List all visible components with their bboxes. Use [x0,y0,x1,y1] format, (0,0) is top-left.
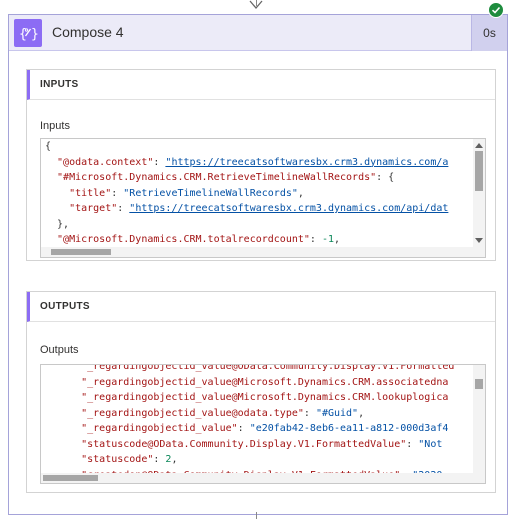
inputs-code-token: -1 [321,234,334,245]
outputs-code-line: "_regardingobjectid_value@OData.Communit… [41,364,473,375]
outputs-code-token: , [358,407,365,419]
flow-connector-bottom [256,512,257,519]
inputs-code-line: "target": "https://treecatsoftwaresbx.cr… [41,201,473,217]
duration-text: 0s [483,26,496,40]
inputs-header[interactable]: INPUTS [27,70,495,100]
inputs-code: { "@odata.context": "https://treecatsoft… [41,139,473,247]
inputs-code-line: "title": "RetrieveTimelineWallRecords", [41,186,473,202]
inputs-code-token: : [111,187,124,199]
inputs-section: INPUTS Inputs { "@odata.context": "https… [26,69,496,261]
outputs-code: "_regardingobjectid_value@OData.Communit… [41,364,473,473]
inputs-code-token: { [45,141,52,152]
inputs-code-line: "@Microsoft.Dynamics.CRM.totalrecordcoun… [41,232,473,247]
outputs-code-token: "_regardingobjectid_value@OData.Communit… [45,364,455,372]
svg-text:}: } [31,27,38,42]
inputs-code-token: : { [376,172,395,183]
outputs-code-token: : [237,423,250,434]
outputs-code-line: "_regardingobjectid_value": "e20fab42-8e… [41,421,473,437]
success-check-icon [488,2,504,18]
outputs-code-line: "_regardingobjectid_value@Microsoft.Dyna… [41,375,473,391]
outputs-code-box[interactable]: "_regardingobjectid_value@OData.Communit… [40,364,486,484]
inputs-code-token: "RetrieveTimelineWallRecords" [123,187,298,199]
inputs-label: Inputs [40,120,70,132]
outputs-horizontal-scrollbar[interactable] [41,473,485,483]
outputs-code-token: "statuscode@OData.Community.Display.V1.F… [45,438,407,450]
inputs-code-token: : [309,234,322,245]
outputs-code-line: "statuscode": 2, [41,452,473,468]
compose-action-card: { } Compose 4 0s INPUTS Inputs { "@odata… [8,14,508,515]
inputs-code-token: "@odata.context" [45,156,154,168]
outputs-code-token: : [153,454,166,465]
inputs-code-line: }, [41,217,473,233]
compose-icon: { } [14,19,42,47]
outputs-code-line: "_regardingobjectid_value@odata.type": "… [41,406,473,422]
inputs-code-token: "https://treecatsoftwaresbx.crm3.dynamic… [129,203,449,214]
scroll-down-icon[interactable] [475,238,483,244]
outputs-code-token: "_regardingobjectid_value@Microsoft.Dyna… [45,392,449,403]
inputs-code-token: "https://treecatsoftwaresbx.crm3.dynamic… [165,156,449,168]
inputs-horizontal-scrollbar[interactable] [41,247,485,257]
inputs-code-token: "title" [45,187,112,199]
outputs-code-token: "_regardingobjectid_value" [45,423,238,434]
outputs-code-token: : [406,438,419,450]
outputs-scroll-thumb[interactable] [475,379,483,389]
inputs-code-line: { [41,139,473,155]
inputs-hscroll-thumb[interactable] [51,249,111,255]
outputs-code-token: , [171,454,178,465]
inputs-code-token: }, [45,218,70,230]
action-title: Compose 4 [52,24,124,40]
outputs-code-token: "Not [418,438,443,450]
outputs-label: Outputs [40,344,79,356]
duration-badge: 0s [471,15,507,51]
inputs-code-box[interactable]: { "@odata.context": "https://treecatsoft… [40,138,486,258]
inputs-code-token: : [117,203,130,214]
outputs-code-token: "_regardingobjectid_value@Microsoft.Dyna… [45,376,449,388]
inputs-code-token: , [334,234,341,245]
outputs-code-token: "#Guid" [315,407,359,419]
inputs-code-token: "#Microsoft.Dynamics.CRM.RetrieveTimelin… [45,172,377,183]
inputs-code-token: , [297,187,304,199]
inputs-code-token: "@Microsoft.Dynamics.CRM.totalrecordcoun… [45,234,310,245]
outputs-section: OUTPUTS Outputs "_regardingobjectid_valu… [26,291,496,493]
outputs-code-token: "statuscode" [45,454,154,465]
inputs-code-line: "@odata.context": "https://treecatsoftwa… [41,155,473,171]
outputs-code-token: "e20fab42-8eb6-ea11-a812-000d3af4 [249,423,449,434]
inputs-code-line: "#Microsoft.Dynamics.CRM.RetrieveTimelin… [41,170,473,186]
flow-arrow-down-icon [249,0,263,9]
inputs-vertical-scrollbar[interactable] [473,139,485,247]
outputs-vertical-scrollbar[interactable] [473,365,485,473]
outputs-header[interactable]: OUTPUTS [27,292,495,322]
outputs-code-line: "_regardingobjectid_value@Microsoft.Dyna… [41,390,473,406]
scroll-up-icon[interactable] [475,142,483,148]
inputs-code-token: "target" [45,203,118,214]
action-header[interactable]: { } Compose 4 0s [9,15,507,51]
inputs-code-token: : [153,156,166,168]
outputs-code-token: : [303,407,316,419]
outputs-code-token: "_regardingobjectid_value@odata.type" [45,407,304,419]
outputs-code-line: "statuscode@OData.Community.Display.V1.F… [41,437,473,453]
inputs-scroll-thumb[interactable] [475,151,483,191]
outputs-hscroll-thumb[interactable] [43,475,98,481]
